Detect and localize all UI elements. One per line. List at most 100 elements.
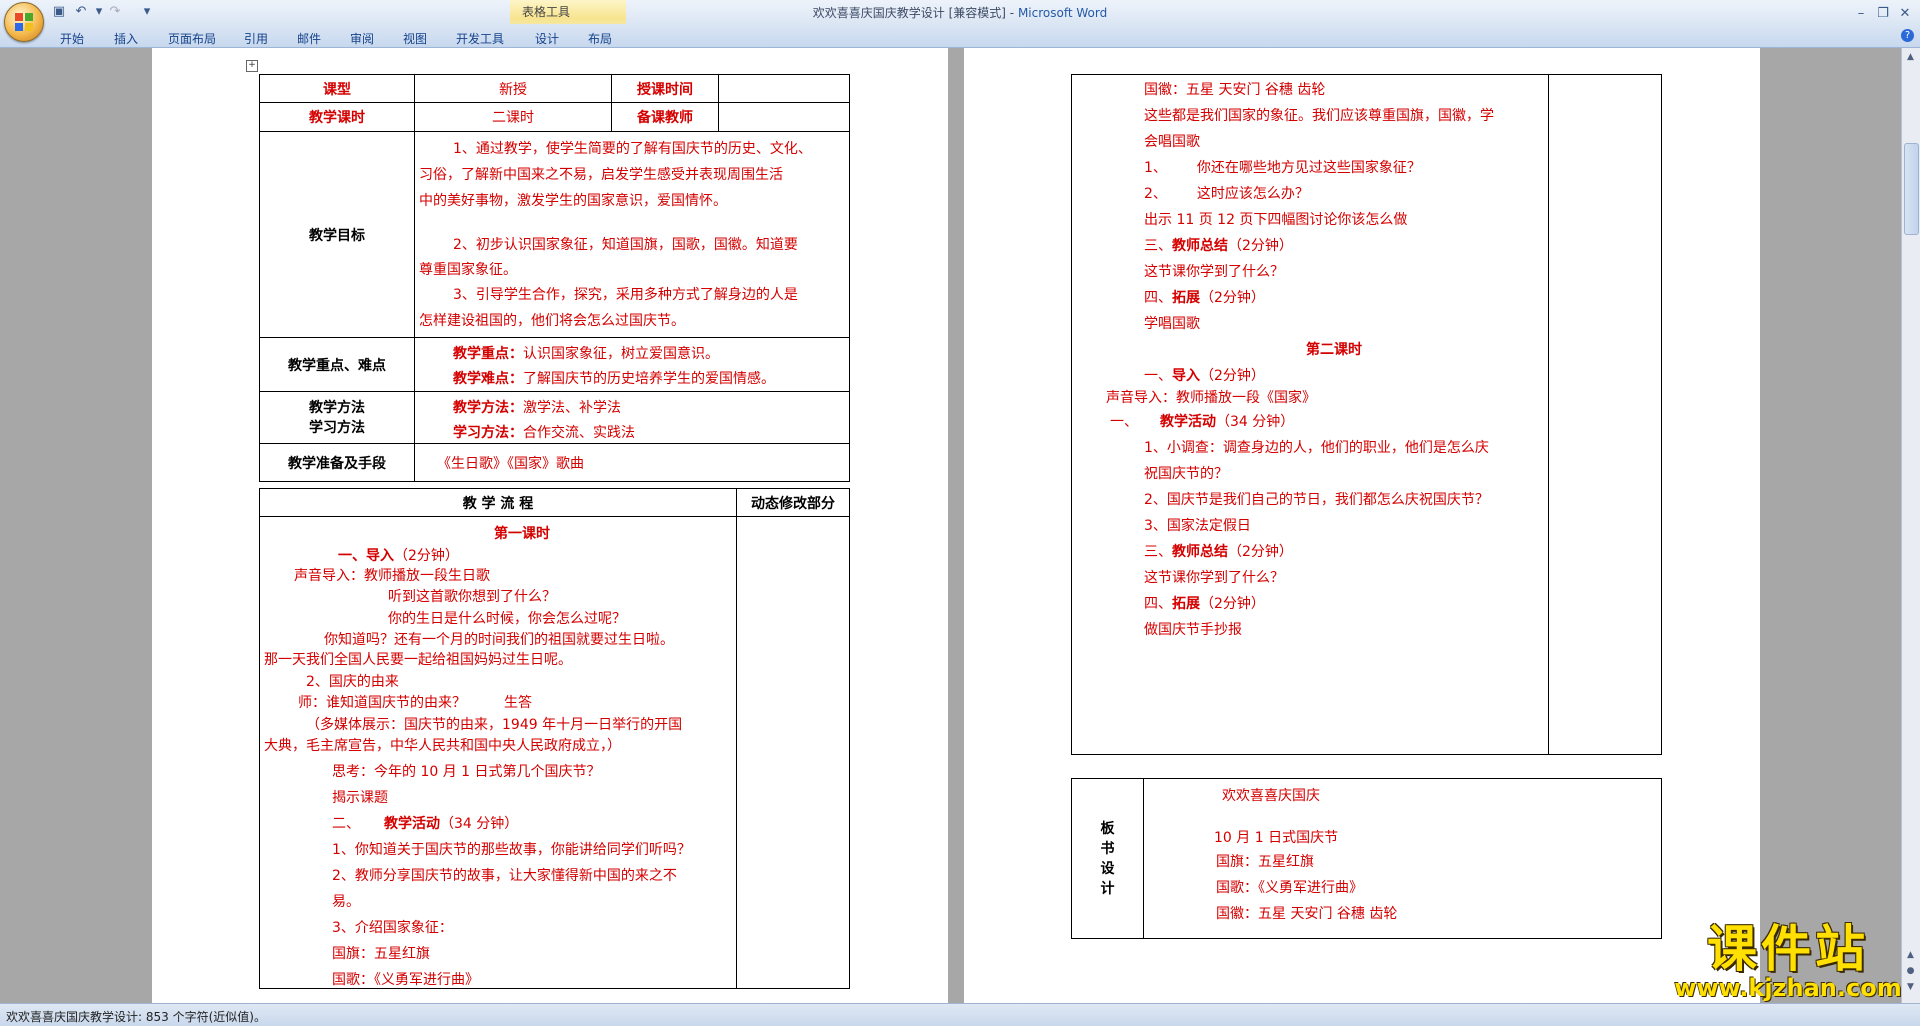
course-type-value: 新授 [414,74,612,103]
scrollbar-thumb[interactable] [1904,143,1919,235]
list-number: 2、 [1144,186,1167,202]
maximize-icon[interactable]: ❐ [1872,6,1894,22]
tab-home[interactable]: 开始 [60,30,84,47]
vertical-scrollbar[interactable]: ▲ ▲ ● ▼ [1901,48,1920,1003]
step-number: 三、 [1144,544,1172,560]
lesson-line: 你的生日是什么时候，你会怎么过呢？ [388,611,626,627]
title-bar: 表格工具 ▣ ↶ ▾ ↷ ▾ 欢欢喜喜庆国庆教学设计 [兼容模式] - Micr… [0,0,1920,47]
lesson-line: 会唱国歌 [1144,134,1200,150]
word-count-status[interactable]: 欢欢喜喜庆国庆教学设计: 853 个字符(近似值)。 [6,1008,266,1025]
learning-method-label: 学习方法 [309,419,365,436]
methods-cell[interactable]: 教学方法：激学法、补学法 学习方法：合作交流、实践法 [414,391,850,444]
help-icon[interactable]: ? [1901,29,1914,42]
lesson-line: 声音导入：教师播放一段《国家》 [1106,390,1316,406]
lesson-line: 这节课你学到了什么？ [1144,570,1284,586]
objective-line: 尊重国家象征。 [419,262,517,278]
board-design-label: 板 书 设 计 [1071,778,1144,939]
tab-mailings[interactable]: 邮件 [297,30,321,47]
table-move-handle-icon[interactable]: + [246,60,258,72]
step-number: 四、 [1144,290,1172,306]
objective-line: 2、初步认识国家象征，知道国旗，国歌，国徽。知道要 [453,237,798,253]
tab-view[interactable]: 视图 [403,30,427,47]
tab-layout[interactable]: 布局 [588,30,612,47]
step-title: 导入 [1172,368,1200,384]
lesson-line: 听到这首歌你想到了什么？ [388,589,556,605]
lesson-plan-table: 课型 新授 授课时间 教学课时 二课时 备课教师 教学目标 1、通过教学，使学生… [259,74,850,482]
board-line: 国徽：五星 天安门 谷穗 齿轮 [1216,906,1398,922]
status-bar: 欢欢喜喜庆国庆教学设计: 853 个字符(近似值)。 [0,1003,1920,1026]
keypoints-cell[interactable]: 教学重点：认识国家象征，树立爱国意识。 教学难点：了解国庆节的历史培养学生的爱国… [414,337,850,392]
lesson-line: 师：谁知道国庆节的由来？ [298,695,466,711]
step-title: 拓展 [1172,290,1200,306]
board-line: 国歌：《义勇军进行曲》 [1216,880,1363,896]
minimize-icon[interactable]: – [1850,6,1872,22]
tab-review[interactable]: 审阅 [350,30,374,47]
methods-label: 教学方法 学习方法 [259,391,415,444]
app-name: Microsoft Word [1017,6,1108,20]
learning-method-title: 学习方法： [453,425,523,441]
lesson-line: 思考：今年的 10 月 1 日式第几个国庆节？ [332,764,601,780]
step-number: 一、 [1144,368,1172,384]
lesson-1-title: 第一课时 [494,526,550,542]
objectives-cell[interactable]: 1、通过教学，使学生简要的了解有国庆节的历史、文化、 习俗，了解新中国来之不易，… [414,131,850,338]
office-button[interactable] [4,2,44,42]
step-duration: （2分钟） [1200,596,1265,612]
lesson-line: 声音导入：教师播放一段生日歌 [294,568,490,584]
class-hours-value: 二课时 [414,102,612,132]
tab-insert[interactable]: 插入 [114,30,138,47]
step-duration: （34 分钟） [440,816,519,832]
tab-references[interactable]: 引用 [244,30,268,47]
ribbon-tabs: 开始 插入 页面布局 引用 邮件 审阅 视图 开发工具 设计 布局 [0,24,1920,48]
lesson-line: 你知道吗？还有一个月的时间我们的祖国就要过生日啦。 [324,632,674,648]
class-time-label: 授课时间 [611,74,719,103]
step-duration: （2分钟） [1228,544,1293,560]
lesson-line: 出示 11 页 12 页下四幅图讨论你该怎么做 [1144,212,1408,228]
class-hours-label: 教学课时 [259,102,415,132]
learning-method-text: 合作交流、实践法 [523,425,635,441]
window-controls: – ❐ ✕ [1850,2,1916,22]
step-title: 教师总结 [1172,544,1228,560]
lesson-line: （多媒体展示：国庆节的由来，1949 年十月一日举行的开国 [306,717,683,733]
board-design-table: 板 书 设 计 欢欢喜喜庆国庆 10 月 1 日式国庆节 国旗：五星红旗 国歌：… [1071,778,1662,939]
dynamic-edit-cell[interactable] [736,516,850,989]
teaching-method-text: 激学法、补学法 [523,400,621,416]
tab-developer[interactable]: 开发工具 [456,30,504,47]
prep-text[interactable]: 《生日歌》《国家》歌曲 [414,443,850,482]
dynamic-edit-cell[interactable] [1548,74,1662,755]
board-design-cell[interactable]: 欢欢喜喜庆国庆 10 月 1 日式国庆节 国旗：五星红旗 国歌：《义勇军进行曲》… [1143,778,1662,939]
lesson-line: 这节课你学到了什么？ [1144,264,1284,280]
lesson-line: 3、介绍国家象征： [332,920,453,936]
teacher-value[interactable] [718,102,850,132]
key-point-label: 教学重点： [453,346,523,362]
objective-line: 3、引导学生合作，探究，采用多种方式了解身边的人是 [453,287,798,303]
keypoints-label: 教学重点、难点 [259,337,415,392]
step-duration: （2分钟） [394,548,459,564]
tab-design[interactable]: 设计 [535,30,559,47]
student-answer-text: 生答 [504,695,532,711]
lesson-line: 国徽：五星 天安门 谷穗 齿轮 [1144,82,1326,98]
title-separator: - [1005,6,1018,20]
teaching-method-label: 教学方法 [309,399,365,416]
board-label-char: 计 [1100,880,1115,897]
board-label-char: 板 [1100,820,1115,837]
lesson-1-cell[interactable]: 第一课时 一、导入（2分钟） 声音导入：教师播放一段生日歌 听到这首歌你想到了什… [259,516,737,989]
tab-page-layout[interactable]: 页面布局 [168,30,216,47]
lesson-line: 做国庆节手抄报 [1144,622,1242,638]
page-1: + 课型 新授 授课时间 教学课时 二课时 备课教师 教学目标 1、通过教学，使… [152,48,948,1003]
step-title: 拓展 [1172,596,1200,612]
scroll-up-icon[interactable]: ▲ [1904,50,1917,64]
teaching-flow-table: 教 学 流 程 动态修改部分 第一课时 一、导入（2分钟） 声音导入：教师播放一… [259,488,850,989]
lesson-continued-cell[interactable]: 国徽：五星 天安门 谷穗 齿轮 这些都是我们国家的象征。我们应该尊重国旗，国徽，… [1071,74,1549,755]
class-time-value[interactable] [718,74,850,103]
lesson-line: 2、国庆的由来 [306,674,399,690]
lesson-2-title: 第二课时 [1306,342,1362,358]
board-title: 欢欢喜喜庆国庆 [1222,788,1320,804]
step-number: 一、 [338,548,366,564]
close-icon[interactable]: ✕ [1894,6,1916,22]
watermark-url: www.kjzhan.com [1674,974,1902,1002]
board-line: 10 月 1 日式国庆节 [1214,830,1339,846]
office-logo-icon [15,13,33,31]
objective-line: 习俗，了解新中国来之不易，启发学生感受并表现周围生活 [419,167,783,183]
lesson-line: 揭示课题 [332,790,388,806]
site-watermark: 课件站 www.kjzhan.com [1668,922,1908,1002]
